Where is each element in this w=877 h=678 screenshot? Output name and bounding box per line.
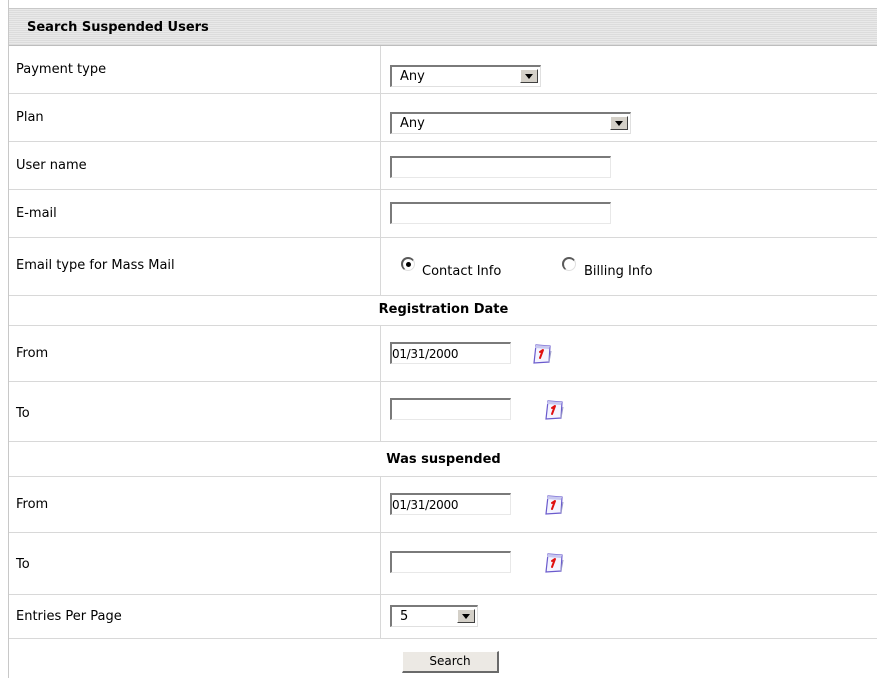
email-type-label: Email type for Mass Mail bbox=[16, 258, 175, 273]
search-button[interactable]: Search bbox=[402, 651, 499, 673]
user-name-label: User name bbox=[16, 158, 87, 173]
billing-info-label: Billing Info bbox=[584, 264, 653, 279]
user-name-input[interactable] bbox=[390, 156, 611, 178]
email-input[interactable] bbox=[390, 202, 611, 224]
payment-type-row: Payment type Any bbox=[9, 46, 877, 94]
user-name-row: User name bbox=[9, 142, 877, 190]
contact-info-radio[interactable] bbox=[401, 257, 415, 271]
was-suspended-heading: Was suspended bbox=[386, 452, 501, 467]
registration-to-label: To bbox=[16, 406, 30, 421]
registration-from-label: From bbox=[16, 346, 49, 361]
billing-info-radio[interactable] bbox=[562, 257, 576, 271]
email-label: E-mail bbox=[16, 206, 57, 221]
registration-from-row: From bbox=[9, 326, 877, 382]
registration-to-input[interactable] bbox=[390, 398, 511, 420]
entries-per-page-select[interactable]: 5 bbox=[390, 605, 478, 627]
email-type-row: Email type for Mass Mail Contact Info Bi… bbox=[9, 238, 877, 296]
plan-row: Plan Any bbox=[9, 94, 877, 142]
suspended-to-label: To bbox=[16, 557, 30, 572]
suspended-to-input[interactable] bbox=[390, 551, 511, 573]
chevron-down-icon[interactable] bbox=[520, 69, 538, 83]
suspended-from-row: From bbox=[9, 477, 877, 533]
plan-select[interactable]: Any bbox=[390, 112, 631, 134]
email-row: E-mail bbox=[9, 190, 877, 238]
contact-info-label: Contact Info bbox=[422, 264, 502, 279]
calendar-icon[interactable] bbox=[543, 552, 565, 574]
suspended-to-row: To bbox=[9, 533, 877, 595]
payment-type-label: Payment type bbox=[16, 62, 107, 77]
search-suspended-users-panel: Search Suspended Users Payment type Any … bbox=[8, 0, 877, 678]
suspended-from-label: From bbox=[16, 497, 49, 512]
entries-per-page-row: Entries Per Page 5 bbox=[9, 595, 877, 639]
registration-date-heading-row: Registration Date bbox=[9, 296, 877, 326]
registration-from-input[interactable] bbox=[390, 342, 511, 364]
entries-per-page-value: 5 bbox=[400, 609, 409, 624]
calendar-icon[interactable] bbox=[543, 399, 565, 421]
suspended-from-input[interactable] bbox=[390, 493, 511, 515]
registration-to-row: To bbox=[9, 382, 877, 442]
entries-per-page-label: Entries Per Page bbox=[16, 609, 122, 624]
calendar-icon[interactable] bbox=[543, 494, 565, 516]
registration-date-heading: Registration Date bbox=[378, 302, 509, 317]
payment-type-select[interactable]: Any bbox=[390, 65, 541, 87]
panel-title: Search Suspended Users bbox=[27, 20, 209, 35]
was-suspended-heading-row: Was suspended bbox=[9, 442, 877, 477]
chevron-down-icon[interactable] bbox=[457, 609, 475, 623]
calendar-icon[interactable] bbox=[531, 343, 553, 365]
payment-type-value: Any bbox=[400, 69, 425, 84]
panel-header: Search Suspended Users bbox=[9, 8, 877, 46]
chevron-down-icon[interactable] bbox=[610, 116, 628, 130]
plan-value: Any bbox=[400, 116, 425, 131]
plan-label: Plan bbox=[16, 110, 44, 125]
